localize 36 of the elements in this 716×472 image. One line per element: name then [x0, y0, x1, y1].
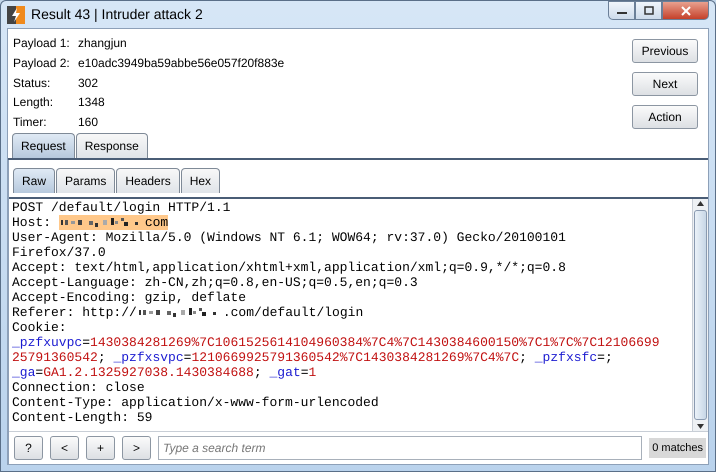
field-label: Timer:: [13, 114, 48, 132]
next-match-button[interactable]: >: [122, 436, 151, 460]
field-value: 1348: [78, 94, 106, 112]
tab[interactable]: Headers: [116, 168, 180, 193]
field-value: 302: [78, 74, 100, 92]
maximize-button[interactable]: [635, 1, 662, 20]
previous-match-button[interactable]: <: [50, 436, 79, 460]
tab[interactable]: Hex: [180, 168, 220, 193]
next-button[interactable]: Next: [632, 72, 698, 96]
search-field[interactable]: Type a search term: [158, 436, 642, 460]
tab[interactable]: Raw: [13, 168, 56, 193]
action-button[interactable]: Action: [632, 105, 698, 129]
window-title: Result 43 | Intruder attack 2: [31, 5, 203, 24]
scrollbar[interactable]: [692, 199, 708, 431]
maximize-icon: [644, 6, 654, 15]
close-button[interactable]: [662, 1, 709, 20]
field-label: Status:: [13, 74, 52, 92]
close-icon: [680, 6, 690, 16]
tab[interactable]: Request: [12, 133, 75, 158]
tab[interactable]: Params: [56, 168, 116, 193]
scroll-up-icon[interactable]: [696, 199, 705, 208]
previous-button[interactable]: Previous: [632, 39, 698, 63]
field-label: Payload 2:: [13, 54, 71, 72]
scroll-down-icon[interactable]: [696, 422, 705, 431]
field-label: Payload 1:: [13, 35, 71, 52]
add-button[interactable]: +: [86, 436, 115, 460]
app-icon: [7, 6, 25, 24]
match-count: 0 matches: [649, 438, 706, 458]
field-value: 160: [78, 114, 100, 132]
tab[interactable]: Response: [76, 133, 148, 158]
request-editor[interactable]: POST /default/login HTTP/1.1 Host: com User-Agent: Mozilla/5.0 (Windows NT 6.1; WOW64; rv:37.0) Gecko/20100101 Firefox/37.0 Accept: text/html,application/xhtml+xml,application/xml;q=0.9,*/*;q=0.8 Accept-Language: zh-CN,zh;q=0.8,en-US;q=0.5,en;q=0.3 Accept-Encoding: gzip, deflate Referer: http:// .com/default/login Cookie: _pzfxuvpc=1430384281269%7C1061525614104960384%7C4%7C1430384600150%7C1%7C%7C12106699 25791360542; _pzfxsvpc=1210669925791360542%7C1430384281269%7C4%7C; _pzfxsfc=; _ga=GA1.2.1325927038.1430384688; _gat=1 Connection: close Content-Type: application/x-www-form-urlencoded Content-Length: 59: [9, 199, 692, 431]
field-value: zhangjun: [78, 35, 128, 52]
field-value: e10adc3949ba59abbe56e057f20f883e: [78, 54, 284, 72]
minimize-button[interactable]: [608, 1, 635, 20]
field-label: Length:: [13, 94, 54, 112]
help-button[interactable]: ?: [14, 436, 43, 460]
